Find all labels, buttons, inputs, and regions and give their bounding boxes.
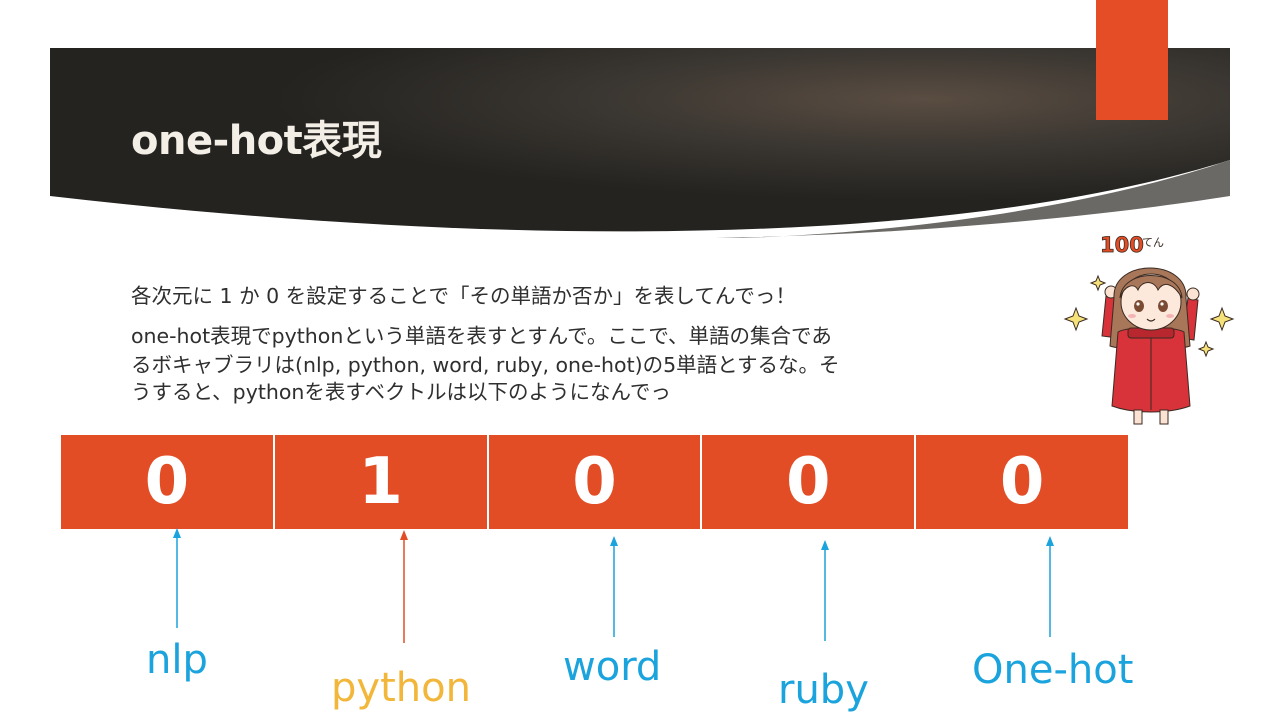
arrow-head-ruby — [821, 540, 829, 550]
mascot-badge-suffix: てん — [1142, 236, 1164, 249]
arrow-head-word — [610, 536, 618, 546]
label-word: word — [563, 644, 662, 690]
label-one-hot: One-hot — [972, 647, 1134, 693]
arrow-head-one-hot — [1046, 536, 1054, 546]
label-ruby: ruby — [778, 667, 869, 713]
label-python: python — [331, 665, 471, 711]
arrow-head-python — [400, 530, 408, 540]
accent-tab-front — [1096, 0, 1168, 120]
sparkle-icon — [1089, 274, 1107, 292]
mascot-illustration: 100 てん — [1063, 233, 1235, 425]
arrow-head-nlp — [173, 528, 181, 538]
sparkle-icon — [1209, 306, 1235, 332]
page-title: one-hot表現 — [131, 118, 382, 164]
sparkle-icon — [1063, 306, 1089, 332]
label-nlp: nlp — [146, 637, 208, 683]
sparkle-icon — [1197, 340, 1215, 358]
mascot-badge: 100 — [1100, 233, 1144, 257]
